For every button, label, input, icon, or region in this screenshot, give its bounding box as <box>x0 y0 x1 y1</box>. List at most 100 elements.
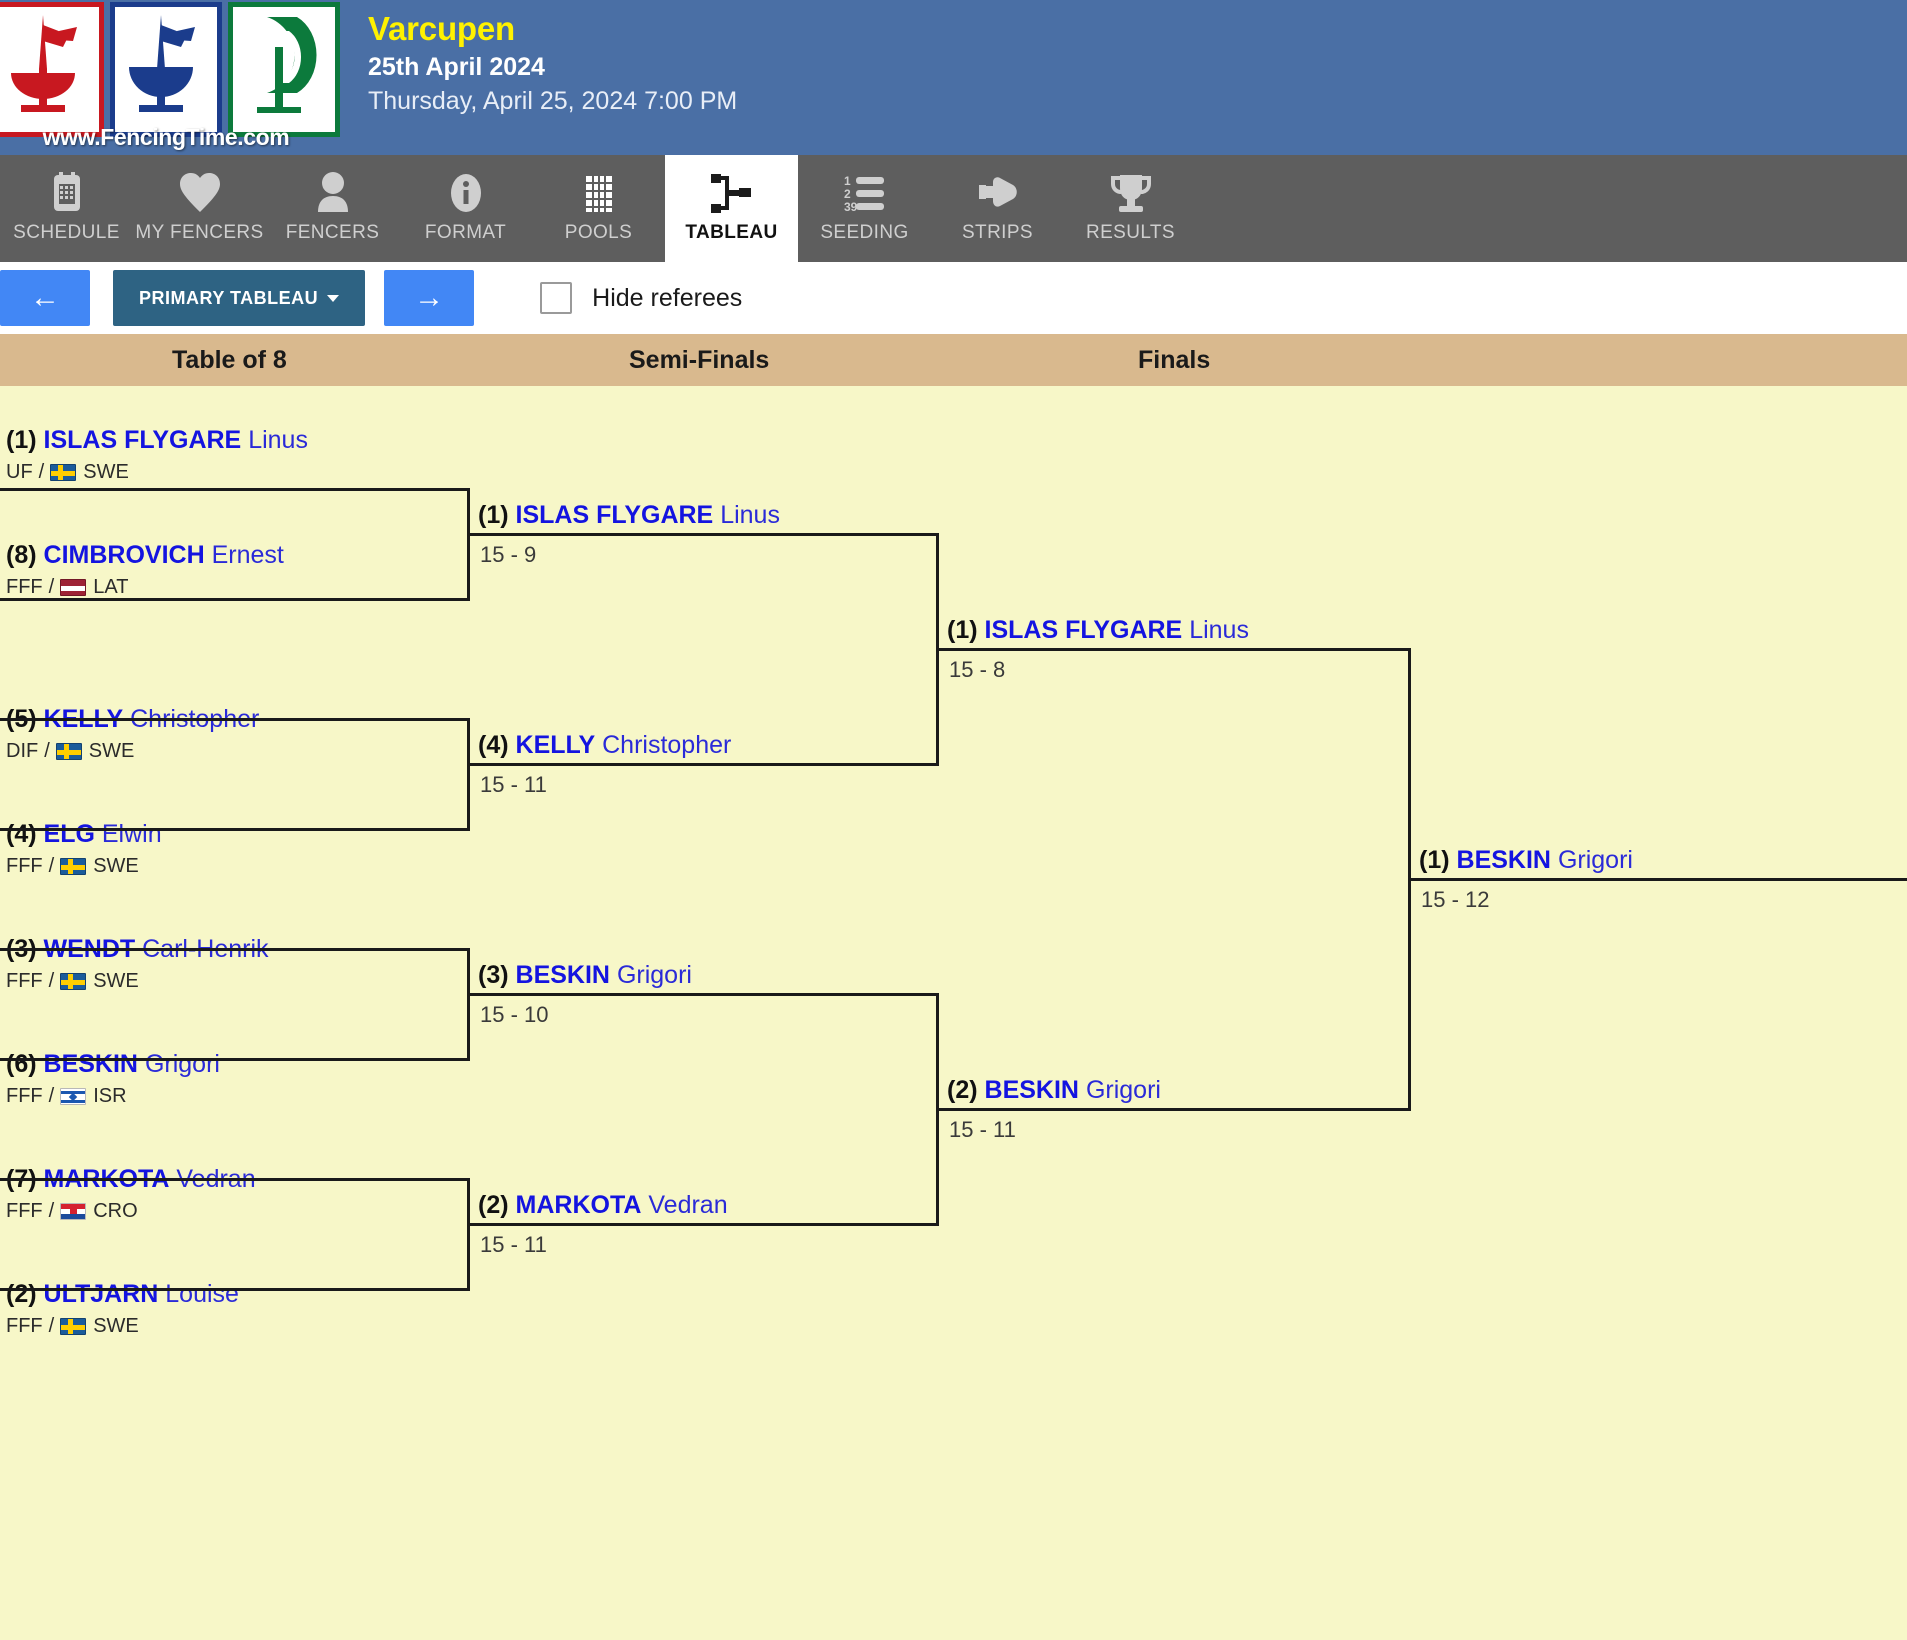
bracket-entry-r1-5[interactable]: (3) WENDT Carl-Henrik FFF / SWE <box>6 935 269 993</box>
bracket-entry-r3-1[interactable]: (1) ISLAS FLYGARE Linus <box>947 616 1249 646</box>
tab-label: RESULTS <box>1085 222 1176 243</box>
bracket-entry-r2-2[interactable]: (4) KELLY Christopher <box>478 731 731 761</box>
tab-label: FORMAT <box>424 222 507 243</box>
fencer-firstname: Elwin <box>101 820 162 848</box>
club-country-separator: / <box>48 854 55 877</box>
club-country-separator: / <box>48 1314 55 1337</box>
fencer-lastname: ELG <box>43 820 95 848</box>
bracket-line <box>467 718 470 831</box>
fencer-seed: (2) <box>478 1191 509 1219</box>
hide-referees-checkbox[interactable] <box>540 282 573 314</box>
next-tableau-button[interactable]: → <box>384 270 475 326</box>
fencer-name-line: (3) BESKIN Grigori <box>478 961 692 991</box>
fencing-mask-icon-blue <box>129 15 195 112</box>
round-header-table-of-8: Table of 8 <box>172 345 287 374</box>
bracket-line <box>0 718 470 721</box>
bracket-entry-r1-3[interactable]: (5) KELLY Christopher DIF / SWE <box>6 705 259 763</box>
info-icon <box>448 169 484 217</box>
fencer-country: LAT <box>93 575 129 598</box>
bracket-entry-champion[interactable]: (1) BESKIN Grigori <box>1419 846 1633 876</box>
fencer-name-line: (1) ISLAS FLYGARE Linus <box>947 616 1249 646</box>
fencer-club-country: UF / SWE <box>6 461 308 484</box>
app-header: www.FencingTime.com Varcupen 25th April … <box>0 0 1907 155</box>
hide-referees-toggle[interactable]: Hide referees <box>540 282 742 314</box>
bracket-line <box>0 488 470 491</box>
match-score-r2-3: 15 - 10 <box>480 1002 549 1027</box>
tab-label: MY FENCERS <box>135 222 264 243</box>
fencer-name-line: (4) KELLY Christopher <box>478 731 731 761</box>
logo-website-text: www.FencingTime.com <box>42 124 290 150</box>
bracket-line <box>467 948 470 1061</box>
arrow-left-icon: ← <box>30 281 60 314</box>
tableau-select-label: PRIMARY TABLEAU <box>139 287 319 308</box>
fencer-country: SWE <box>93 854 139 877</box>
fencer-firstname: Grigori <box>616 961 692 989</box>
fencer-seed: (1) <box>6 426 37 454</box>
logo-tiles <box>0 0 340 137</box>
bracket-entry-r1-2[interactable]: (8) CIMBROVICH Ernest FFF / LAT <box>6 541 284 599</box>
bracket-line <box>936 1108 1411 1111</box>
fencer-club: DIF <box>6 739 39 762</box>
club-country-separator: / <box>38 460 45 483</box>
grid-icon <box>582 169 616 217</box>
fencer-firstname: Christopher <box>602 731 732 759</box>
logo-tile-blue <box>110 2 222 137</box>
numlist-icon: 1 2 39 <box>843 169 887 217</box>
bracket-entry-r1-1[interactable]: (1) ISLAS FLYGARE Linus UF / SWE <box>6 426 308 484</box>
bracket-line <box>467 993 939 996</box>
bracket-line <box>0 1058 470 1061</box>
tab-fencers[interactable]: FENCERS <box>266 155 399 262</box>
bracket-entry-r3-2[interactable]: (2) BESKIN Grigori <box>947 1076 1161 1106</box>
fencer-name-line: (4) ELG Elwin <box>6 820 162 850</box>
fencer-seed: (2) <box>6 1280 37 1308</box>
fencer-seed: (1) <box>1419 846 1450 874</box>
fencer-seed: (4) <box>6 820 37 848</box>
heart-icon <box>178 169 222 217</box>
fencer-country: SWE <box>88 739 135 762</box>
tab-pools[interactable]: POOLS <box>532 155 665 262</box>
bracket-entry-r2-1[interactable]: (1) ISLAS FLYGARE Linus <box>478 501 780 531</box>
bracket-line <box>0 1288 470 1291</box>
fencer-firstname: Grigori <box>1085 1076 1161 1104</box>
fencingtime-logo: www.FencingTime.com <box>0 0 340 155</box>
previous-tableau-button[interactable]: ← <box>0 270 90 326</box>
bracket-line <box>467 488 470 601</box>
fencer-seed: (8) <box>6 541 37 569</box>
bracket-line <box>0 1178 470 1181</box>
tab-label: STRIPS <box>961 222 1034 243</box>
bracket-entry-r2-4[interactable]: (2) MARKOTA Vedran <box>478 1191 728 1221</box>
svg-text:2: 2 <box>844 187 851 201</box>
bracket-line <box>936 648 1411 651</box>
tab-tableau[interactable]: TABLEAU <box>665 155 798 262</box>
fencer-name-line: (1) BESKIN Grigori <box>1419 846 1633 876</box>
logo-tile-red <box>0 2 104 137</box>
round-header-bar: Table of 8 Semi-Finals Finals <box>0 334 1907 386</box>
fencer-firstname: Grigori <box>1557 846 1633 874</box>
tab-results[interactable]: RESULTS <box>1064 155 1197 262</box>
bracket-entry-r1-7[interactable]: (7) MARKOTA Vedran FFF / CRO <box>6 1165 256 1223</box>
tab-format[interactable]: FORMAT <box>399 155 532 262</box>
match-score-champion: 15 - 12 <box>1421 887 1490 912</box>
fencing-mask-icon-green <box>257 17 317 113</box>
tab-schedule[interactable]: SCHEDULE <box>0 155 133 262</box>
tab-strips[interactable]: STRIPS <box>931 155 1064 262</box>
bracket-entry-r2-3[interactable]: (3) BESKIN Grigori <box>478 961 692 991</box>
fencer-country: SWE <box>93 1314 139 1337</box>
person-icon <box>315 169 351 217</box>
bracket-line <box>467 1223 939 1226</box>
bracket-line <box>467 1178 470 1291</box>
fencer-lastname: ISLAS FLYGARE <box>43 426 242 454</box>
tableau-select-dropdown[interactable]: PRIMARY TABLEAU <box>113 270 366 326</box>
tab-my-fencers[interactable]: MY FENCERS <box>133 155 266 262</box>
club-country-separator: / <box>44 739 50 762</box>
round-header-finals: Finals <box>1138 345 1211 374</box>
flag-icon-lat <box>60 578 87 596</box>
fencer-lastname: BESKIN <box>984 1076 1079 1104</box>
club-country-separator: / <box>48 1084 55 1107</box>
tab-seeding[interactable]: 1 2 39 SEEDING <box>798 155 931 262</box>
calendar-icon <box>50 169 84 217</box>
fencer-lastname: BESKIN <box>515 961 610 989</box>
fencer-lastname: BESKIN <box>1456 846 1551 874</box>
bracket-icon <box>709 169 755 217</box>
bracket-line <box>0 948 470 951</box>
